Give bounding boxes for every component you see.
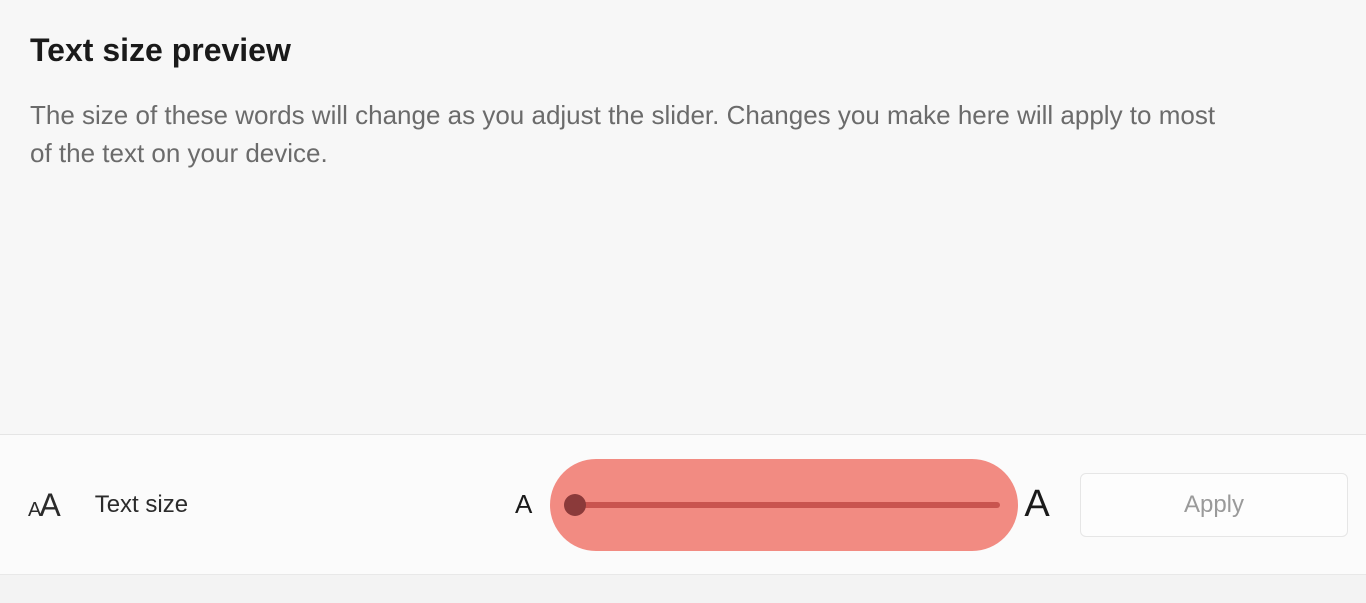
bottom-strip [0,575,1366,603]
slider-track[interactable] [568,502,1000,508]
text-size-preview-panel: Text size preview The size of these word… [0,0,1366,435]
text-size-icon: AA [28,489,61,521]
slider-min-letter: A [515,489,532,520]
preview-description: The size of these words will change as y… [30,97,1230,172]
slider-max-letter: A [1024,483,1049,526]
preview-title: Text size preview [30,32,1336,69]
text-size-slider[interactable] [550,459,1018,551]
slider-thumb[interactable] [564,494,586,516]
text-size-slider-group: A A [515,459,1050,551]
text-size-control-row: AA Text size A A Apply [0,435,1366,575]
text-size-label: Text size [95,491,188,519]
apply-button[interactable]: Apply [1080,473,1348,537]
